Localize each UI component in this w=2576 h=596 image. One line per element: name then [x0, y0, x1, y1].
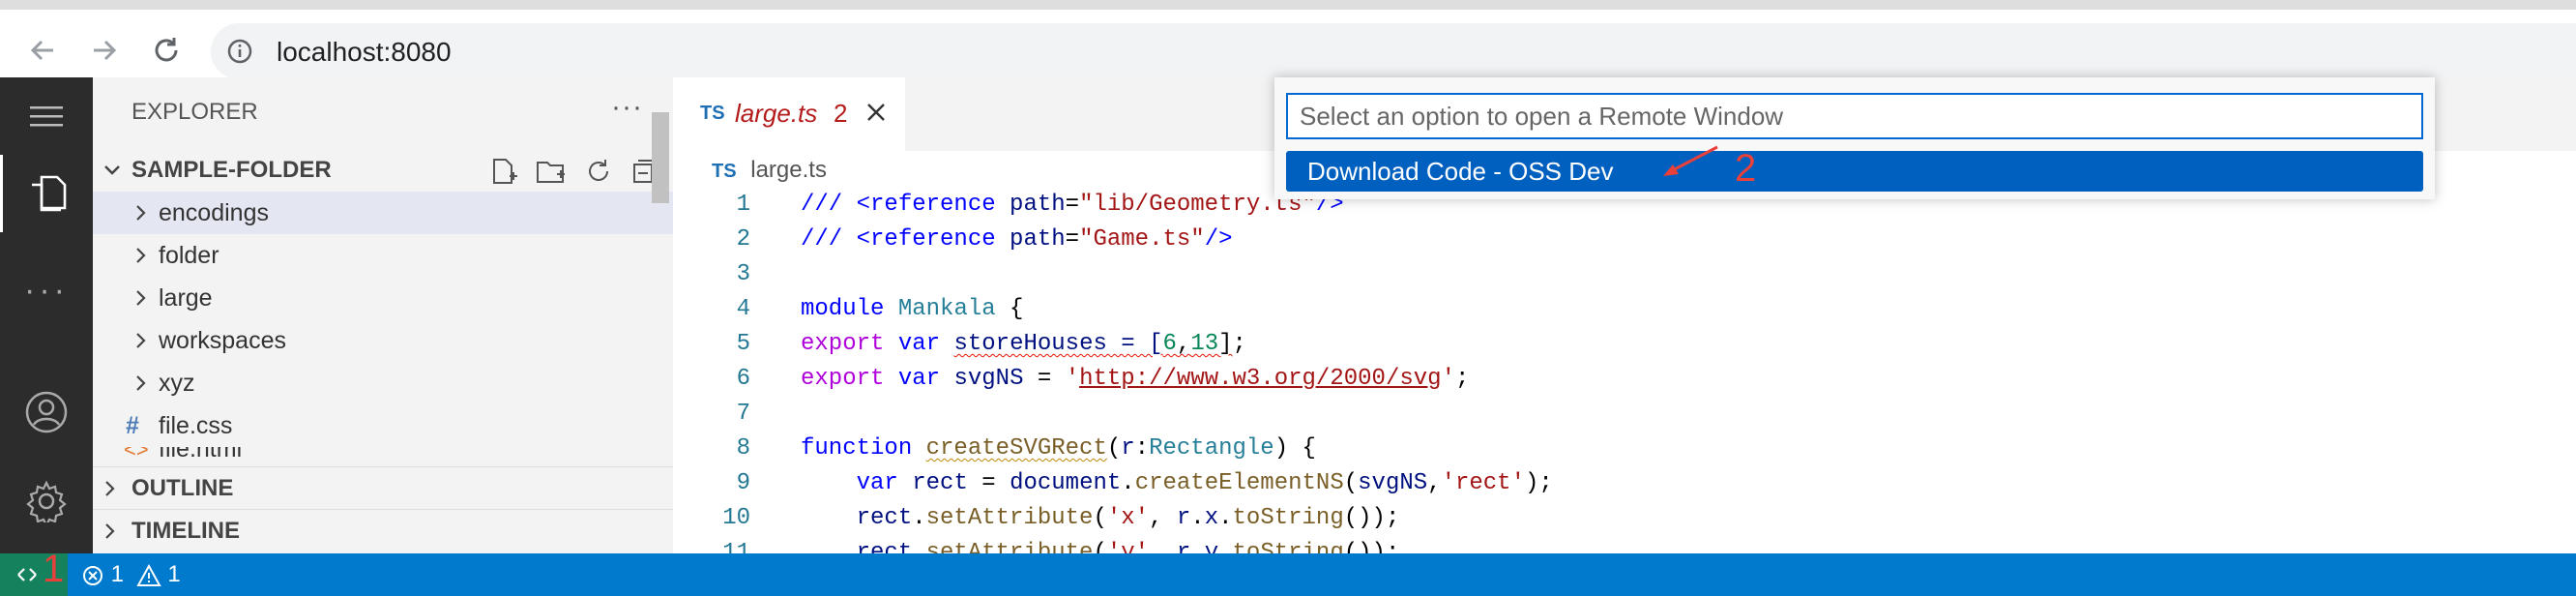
- annotation-label: 2: [1735, 147, 1757, 190]
- browser-top-strip: [0, 0, 2576, 10]
- tab-label: large.ts: [735, 99, 818, 128]
- explorer-sidebar: EXPLORER ··· SAMPLE-FOLDER encodings fol…: [93, 77, 673, 553]
- line-number: 1: [736, 192, 750, 218]
- reload-icon[interactable]: [147, 31, 186, 70]
- tree-item-folder[interactable]: large: [93, 277, 673, 319]
- line-number: 10: [722, 505, 750, 531]
- tree-item-label: folder: [159, 242, 220, 269]
- annotation-label: 1: [43, 548, 65, 590]
- quick-pick-widget: Select an option to open a Remote Window…: [1274, 77, 2435, 199]
- tree-item-label: file.html: [159, 447, 243, 462]
- tree-item-file[interactable]: # file.css: [93, 404, 673, 447]
- forward-arrow-icon[interactable]: [85, 31, 124, 70]
- quick-pick-input[interactable]: Select an option to open a Remote Window: [1286, 93, 2423, 139]
- tree-item-label: file.css: [159, 412, 233, 439]
- problems-indicator[interactable]: 1 1: [81, 553, 181, 596]
- more-views-icon[interactable]: ···: [0, 252, 93, 329]
- line-number: 5: [736, 331, 750, 357]
- html-file-icon: <>: [124, 447, 149, 462]
- warning-count: 1: [167, 561, 181, 587]
- tab-large-ts[interactable]: TS large.ts 2: [673, 77, 905, 151]
- tab-problem-count: 2: [834, 99, 848, 128]
- code-editor[interactable]: 1 2 3 4 5 6 7 8 9 10 11 /// <reference p…: [673, 192, 2576, 553]
- status-bar: 1 1 1: [0, 548, 2576, 596]
- url-text[interactable]: localhost:8080: [277, 37, 452, 68]
- line-number: 2: [736, 226, 750, 253]
- tree-item-folder[interactable]: encodings: [93, 192, 673, 234]
- line-number: 4: [736, 296, 750, 322]
- code-line: export var storeHouses = [6,13];: [801, 331, 1246, 357]
- tree-item-label: xyz: [159, 370, 195, 397]
- line-number: 7: [736, 401, 750, 427]
- account-icon[interactable]: [0, 373, 93, 451]
- sidebar-scrollbar[interactable]: [652, 112, 669, 203]
- error-icon: [83, 565, 102, 585]
- gear-icon[interactable]: [0, 462, 93, 540]
- code-line: var rect = document.createElementNS(svgN…: [856, 470, 1553, 496]
- line-number: 6: [736, 366, 750, 392]
- more-actions-icon[interactable]: ···: [611, 91, 643, 124]
- warning-icon: [136, 563, 161, 586]
- css-file-icon: #: [126, 412, 139, 439]
- explorer-files-icon[interactable]: [0, 155, 93, 232]
- tree-item-label: large: [159, 284, 213, 312]
- code-line: /// <reference path="lib/Geometry.ts"/>: [801, 192, 1344, 218]
- timeline-title: TIMELINE: [132, 518, 240, 544]
- tree-item-folder[interactable]: folder: [93, 234, 673, 277]
- tree-item-folder[interactable]: workspaces: [93, 319, 673, 362]
- line-number: 8: [736, 435, 750, 462]
- code-line: function createSVGRect(r:Rectangle) {: [801, 435, 1316, 462]
- browser-toolbar: localhost:8080: [0, 10, 2576, 79]
- outline-title: OUTLINE: [132, 475, 234, 501]
- tree-item-label: workspaces: [159, 327, 286, 354]
- back-arrow-icon[interactable]: [23, 31, 62, 70]
- code-line: rect.setAttribute('x', r.x.toString());: [856, 505, 1400, 531]
- typescript-file-icon: TS: [700, 103, 725, 124]
- quick-pick-option[interactable]: Download Code - OSS Dev: [1286, 151, 2423, 192]
- folder-name: SAMPLE-FOLDER: [132, 157, 332, 183]
- code-line: export var svgNS = 'http://www.w3.org/20…: [801, 366, 1470, 392]
- outline-section-header[interactable]: OUTLINE: [93, 466, 673, 510]
- tree-item-folder[interactable]: xyz: [93, 362, 673, 404]
- line-number: 11: [722, 540, 750, 553]
- close-icon[interactable]: [864, 101, 888, 129]
- breadcrumb: TS large.ts: [712, 157, 827, 184]
- folder-header[interactable]: SAMPLE-FOLDER: [93, 149, 673, 192]
- remote-icon: [17, 568, 37, 581]
- activity-bar: ···: [0, 77, 93, 553]
- tree-item-file[interactable]: <> file.html: [93, 447, 673, 466]
- code-line: /// <reference path="Game.ts"/>: [801, 226, 1233, 253]
- line-number: 9: [736, 470, 750, 496]
- code-line: rect.setAttribute('y', r.y.toString());: [856, 540, 1400, 553]
- timeline-section-header[interactable]: TIMELINE: [93, 509, 673, 552]
- explorer-title: EXPLORER: [132, 99, 258, 125]
- menu-icon[interactable]: [0, 77, 93, 155]
- line-number: 3: [736, 261, 750, 287]
- error-count: 1: [110, 561, 125, 587]
- tree-item-label: encodings: [159, 199, 269, 226]
- typescript-file-icon: TS: [712, 161, 737, 182]
- info-icon[interactable]: [226, 38, 253, 70]
- annotation-arrow-icon: [1663, 145, 1718, 176]
- breadcrumb-file[interactable]: large.ts: [750, 157, 827, 183]
- remote-indicator[interactable]: 1: [0, 548, 68, 596]
- address-bar[interactable]: [211, 23, 2576, 79]
- code-line: module Mankala {: [801, 296, 1024, 322]
